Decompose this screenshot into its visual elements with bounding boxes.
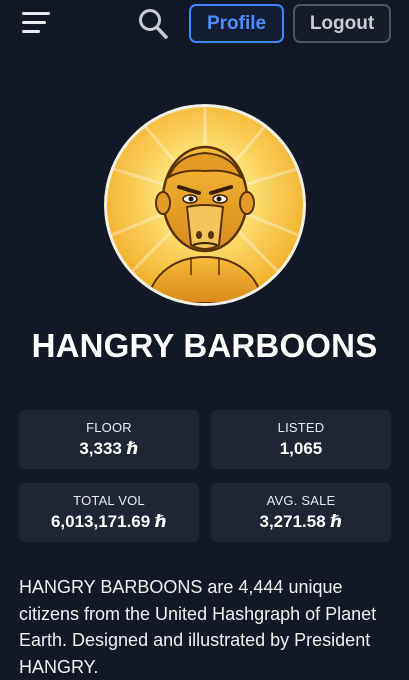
baboon-avatar bbox=[104, 104, 306, 306]
top-navigation-bar: Profile Logout bbox=[0, 0, 409, 48]
stat-value: 3,333 ℏ bbox=[79, 439, 139, 458]
profile-button[interactable]: Profile bbox=[189, 4, 284, 43]
stat-card-floor: FLOOR 3,333 ℏ bbox=[19, 410, 199, 469]
stat-label: LISTED bbox=[277, 420, 325, 435]
stat-value: 6,013,171.69 ℏ bbox=[50, 512, 168, 531]
stat-card-listed: LISTED 1,065 bbox=[211, 410, 391, 469]
stat-label: FLOOR bbox=[86, 420, 132, 435]
collection-title: HANGRY BARBOONS bbox=[31, 327, 378, 364]
stat-label: AVG. SALE bbox=[266, 493, 336, 508]
search-icon[interactable] bbox=[137, 7, 169, 41]
collection-description: HANGRY BARBOONS are 4,444 unique citizen… bbox=[19, 577, 377, 677]
stat-value: 3,271.58 ℏ bbox=[259, 512, 343, 531]
stat-value: 1,065 bbox=[279, 439, 323, 458]
logout-button[interactable]: Logout bbox=[293, 4, 391, 43]
hamburger-menu-icon[interactable] bbox=[22, 12, 50, 36]
stat-card-avg-sale: AVG. SALE 3,271.58 ℏ bbox=[211, 483, 391, 542]
stat-label: TOTAL VOL bbox=[73, 493, 145, 508]
stat-card-total-vol: TOTAL VOL 6,013,171.69 ℏ bbox=[19, 483, 199, 542]
